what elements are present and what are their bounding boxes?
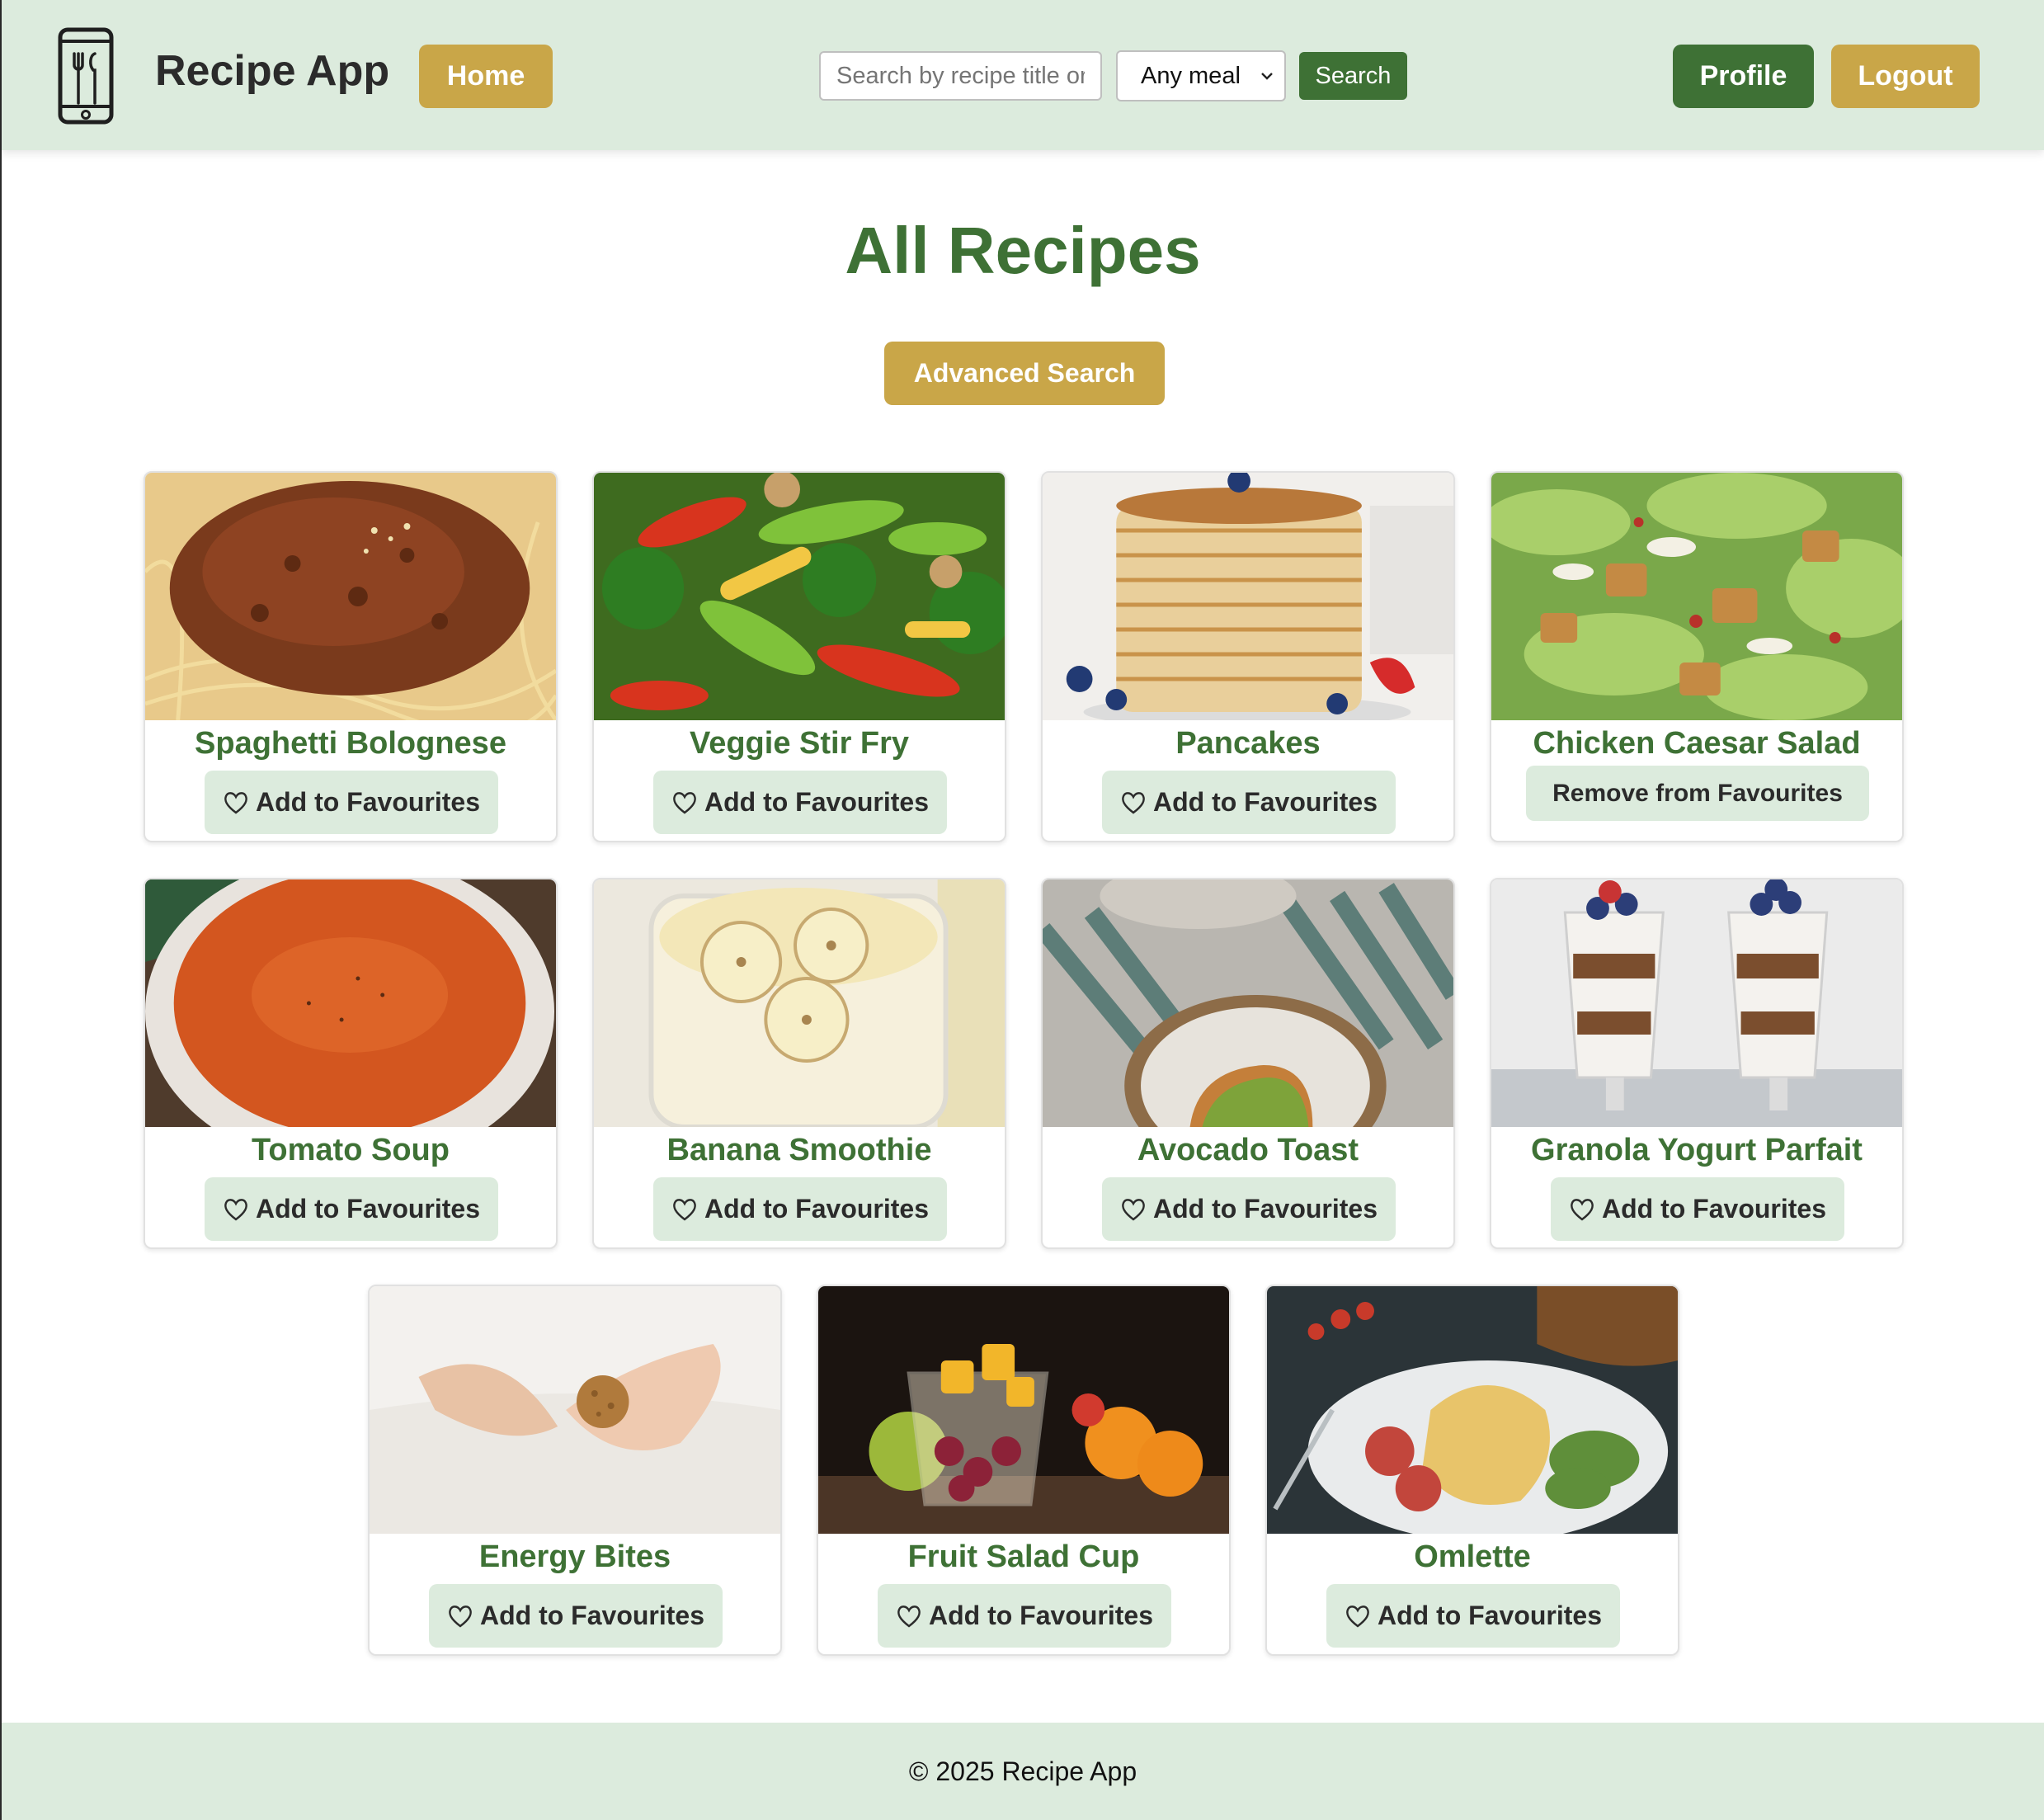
favourite-label: Add to Favourites [1152, 1194, 1378, 1224]
remove-from-favourites-button[interactable]: Remove from Favourites [1526, 766, 1869, 821]
recipe-title: Banana Smoothie [666, 1133, 932, 1167]
top-navbar: Recipe App Home Any meal Search Profile … [2, 0, 2044, 150]
recipe-card-tomato-soup[interactable]: Tomato Soup Add to Favourites [144, 878, 558, 1249]
recipe-image-chicken-caesar-salad[interactable] [1491, 473, 1902, 720]
add-to-favourites-button[interactable]: Add to Favourites [653, 1177, 947, 1241]
recipe-image-veggie-stir-fry[interactable] [594, 473, 1005, 720]
recipe-card-spaghetti-bolognese[interactable]: Spaghetti Bolognese Add to Favourites [144, 471, 558, 842]
home-button[interactable]: Home [419, 45, 553, 108]
favourite-label: Add to Favourites [928, 1601, 1153, 1630]
favourite-label: Add to Favourites [704, 787, 929, 817]
recipe-card-omlette[interactable]: Omlette Add to Favourites [1265, 1285, 1679, 1656]
recipe-card-banana-smoothie[interactable]: Banana Smoothie Add to Favourites [592, 878, 1006, 1249]
favourite-label: Add to Favourites [479, 1601, 704, 1630]
recipe-card-avocado-toast[interactable]: Avocado Toast Add to Favourites [1041, 878, 1455, 1249]
phone-utensils-icon [58, 27, 114, 125]
favourite-label: Add to Favourites [704, 1194, 929, 1224]
chevron-down-icon [1261, 73, 1273, 80]
recipe-card-veggie-stir-fry[interactable]: Veggie Stir Fry Add to Favourites [592, 471, 1006, 842]
favourite-label: Add to Favourites [255, 1194, 480, 1224]
favourite-label: Add to Favourites [1152, 787, 1378, 817]
recipe-image-spaghetti-bolognese[interactable] [145, 473, 556, 720]
recipe-title: Avocado Toast [1137, 1133, 1359, 1167]
heart-outline-icon [449, 1605, 472, 1628]
add-to-favourites-button[interactable]: Add to Favourites [205, 1177, 498, 1241]
heart-outline-icon [1571, 1198, 1594, 1221]
favourite-label: Remove from Favourites [1552, 779, 1843, 807]
recipe-image-tomato-soup[interactable] [145, 879, 556, 1127]
add-to-favourites-button[interactable]: Add to Favourites [878, 1584, 1171, 1648]
recipe-image-fruit-salad-cup[interactable] [818, 1286, 1229, 1534]
heart-outline-icon [897, 1605, 921, 1628]
search-button[interactable]: Search [1299, 52, 1407, 100]
heart-outline-icon [1346, 1605, 1369, 1628]
recipe-title: Pancakes [1175, 726, 1321, 761]
add-to-favourites-button[interactable]: Add to Favourites [1102, 771, 1396, 834]
heart-outline-icon [224, 1198, 247, 1221]
meal-type-select[interactable]: Any meal [1116, 50, 1286, 101]
footer: © 2025 Recipe App [2, 1723, 2044, 1820]
recipe-title: Veggie Stir Fry [689, 726, 910, 761]
favourite-label: Add to Favourites [255, 787, 480, 817]
recipe-title: Granola Yogurt Parfait [1531, 1133, 1863, 1167]
heart-outline-icon [1122, 1198, 1145, 1221]
recipe-image-granola-yogurt-parfait[interactable] [1491, 879, 1902, 1127]
recipe-image-avocado-toast[interactable] [1043, 879, 1453, 1127]
add-to-favourites-button[interactable]: Add to Favourites [429, 1584, 723, 1648]
add-to-favourites-button[interactable]: Add to Favourites [205, 771, 498, 834]
recipe-card-fruit-salad-cup[interactable]: Fruit Salad Cup Add to Favourites [817, 1285, 1231, 1656]
favourite-label: Add to Favourites [1601, 1194, 1826, 1224]
recipe-title: Tomato Soup [252, 1133, 450, 1167]
recipe-title: Chicken Caesar Salad [1533, 726, 1861, 761]
recipe-card-pancakes[interactable]: Pancakes Add to Favourites [1041, 471, 1455, 842]
recipe-title: Spaghetti Bolognese [195, 726, 506, 761]
heart-outline-icon [673, 1198, 696, 1221]
add-to-favourites-button[interactable]: Add to Favourites [653, 771, 947, 834]
recipe-image-banana-smoothie[interactable] [594, 879, 1005, 1127]
recipe-card-energy-bites[interactable]: Energy Bites Add to Favourites [368, 1285, 782, 1656]
search-input[interactable] [819, 51, 1102, 101]
profile-button[interactable]: Profile [1673, 45, 1814, 108]
page-title: All Recipes [845, 214, 1201, 287]
recipe-title: Fruit Salad Cup [907, 1539, 1140, 1574]
heart-outline-icon [224, 791, 247, 814]
favourite-label: Add to Favourites [1377, 1601, 1602, 1630]
advanced-search-button[interactable]: Advanced Search [884, 342, 1165, 405]
app-title: Recipe App [155, 47, 390, 95]
recipe-card-chicken-caesar-salad[interactable]: Chicken Caesar Salad Remove from Favouri… [1490, 471, 1904, 842]
recipe-image-pancakes[interactable] [1043, 473, 1453, 720]
add-to-favourites-button[interactable]: Add to Favourites [1102, 1177, 1396, 1241]
recipe-card-granola-yogurt-parfait[interactable]: Granola Yogurt Parfait Add to Favourites [1490, 878, 1904, 1249]
footer-copyright: © 2025 Recipe App [908, 1756, 1137, 1786]
add-to-favourites-button[interactable]: Add to Favourites [1551, 1177, 1844, 1241]
recipe-title: Energy Bites [478, 1539, 671, 1574]
recipe-image-omlette[interactable] [1267, 1286, 1678, 1534]
recipe-image-energy-bites[interactable] [370, 1286, 780, 1534]
heart-outline-icon [673, 791, 696, 814]
logout-button[interactable]: Logout [1831, 45, 1980, 108]
recipe-title: Omlette [1414, 1539, 1531, 1574]
meal-select-value: Any meal [1141, 62, 1241, 89]
add-to-favourites-button[interactable]: Add to Favourites [1326, 1584, 1620, 1648]
heart-outline-icon [1122, 791, 1145, 814]
